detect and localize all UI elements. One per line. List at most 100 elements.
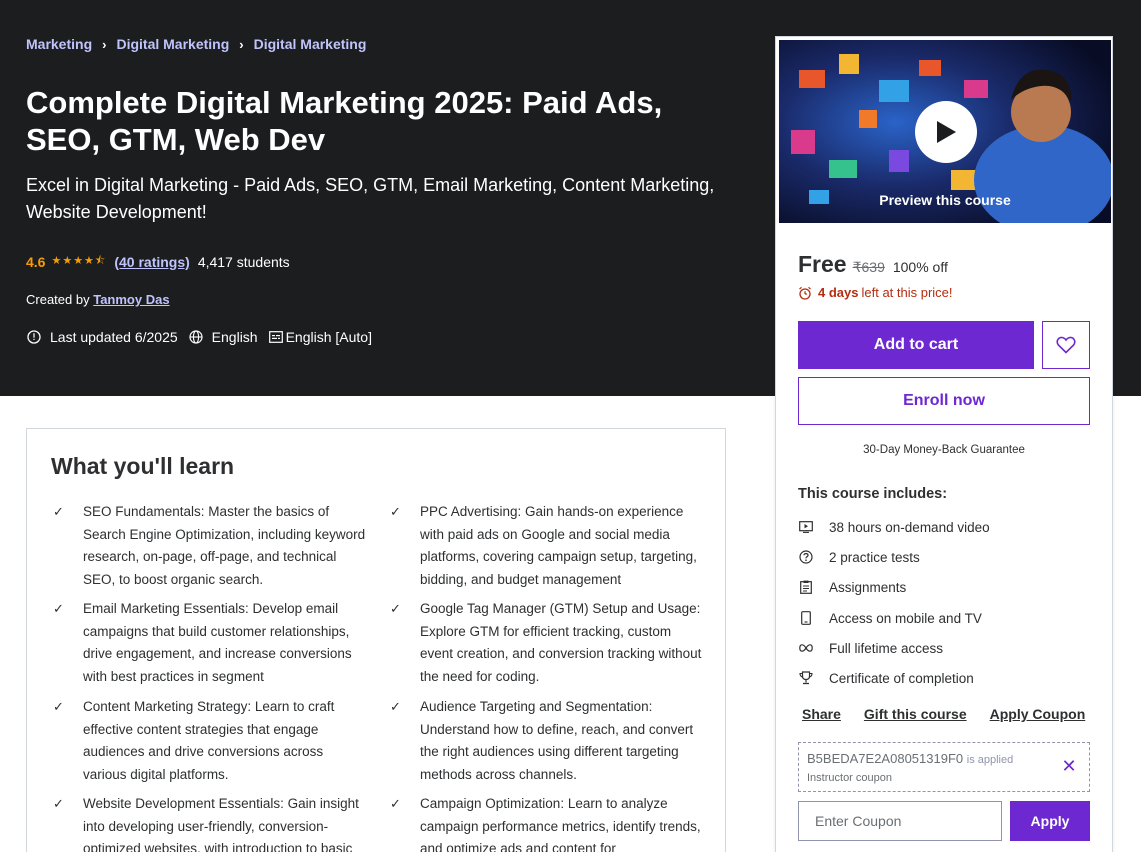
includes-item-label: 38 hours on-demand video: [829, 519, 990, 535]
learn-item-text: Audience Targeting and Segmentation: Und…: [420, 699, 694, 782]
learn-item: ✓ Website Development Essentials: Gain i…: [53, 793, 369, 852]
chevron-right-icon: ›: [239, 36, 244, 52]
timer-days: 4 days: [818, 285, 859, 300]
timer-text: left at this price!: [861, 285, 953, 300]
check-icon: ✓: [53, 601, 64, 616]
ratings-count-link[interactable]: (40 ratings): [114, 254, 189, 270]
apply-coupon-link[interactable]: Apply Coupon: [990, 706, 1086, 722]
breadcrumb: Marketing › Digital Marketing › Digital …: [26, 36, 366, 52]
applied-coupon: B5BEDA7E2A08051319F0 is applied Instruct…: [798, 742, 1090, 792]
learn-item-text: SEO Fundamentals: Master the basics of S…: [83, 504, 366, 587]
learn-item: ✓ Email Marketing Essentials: Develop em…: [53, 598, 369, 688]
includes-item: Access on mobile and TV: [798, 610, 982, 626]
breadcrumb-item-digital-marketing[interactable]: Digital Marketing: [116, 36, 229, 52]
includes-item-label: Certificate of completion: [829, 670, 974, 686]
coupon-code-line: B5BEDA7E2A08051319F0 is applied: [807, 751, 1013, 766]
includes-item: Assignments: [798, 579, 906, 595]
add-to-cart-button[interactable]: Add to cart: [798, 321, 1034, 369]
includes-item-label: Assignments: [829, 579, 907, 595]
price-timer: 4 days left at this price!: [798, 285, 953, 300]
wishlist-button[interactable]: [1042, 321, 1090, 369]
money-back-guarantee: 30-Day Money-Back Guarantee: [863, 444, 1025, 456]
video-icon: [798, 519, 814, 535]
mobile-icon: [798, 610, 814, 626]
learn-item-text: Website Development Essentials: Gain ins…: [83, 796, 359, 852]
students-count: 4,417 students: [197, 253, 290, 270]
enroll-now-button[interactable]: Enroll now: [798, 377, 1090, 425]
learn-item: ✓ Google Tag Manager (GTM) Setup and Usa…: [390, 598, 706, 688]
coupon-code: B5BEDA7E2A08051319F0: [807, 751, 964, 766]
includes-item-label: Access on mobile and TV: [829, 610, 982, 626]
learn-item: ✓ SEO Fundamentals: Master the basics of…: [53, 501, 369, 591]
current-price: Free: [798, 251, 847, 277]
last-updated-text: Last updated 6/2025: [50, 329, 178, 345]
learn-item: ✓ Campaign Optimization: Learn to analyz…: [390, 793, 706, 852]
created-by-label: Created by: [26, 292, 90, 307]
check-icon: ✓: [53, 699, 64, 714]
includes-title: This course includes:: [798, 486, 948, 502]
share-links: Share Gift this course Apply Coupon: [802, 706, 1108, 722]
gift-course-button[interactable]: Gift this course: [864, 706, 967, 722]
check-icon: ✓: [53, 504, 64, 519]
price-row: Free ₹639 100% off: [798, 251, 948, 278]
captions-text: English [Auto]: [285, 329, 372, 345]
learn-item-text: Campaign Optimization: Learn to analyze …: [420, 796, 701, 852]
includes-item: 2 practice tests: [798, 549, 920, 565]
coupon-applied-text: is applied: [966, 754, 1014, 766]
rating-row: 4.6 ★★★★⯪ (40 ratings) 4,417 students: [26, 252, 290, 271]
what-you-will-learn: What you'll learn ✓ SEO Fundamentals: Ma…: [26, 428, 726, 852]
learn-item-text: Email Marketing Essentials: Develop emai…: [83, 601, 352, 684]
check-icon: ✓: [390, 796, 401, 811]
includes-item: Certificate of completion: [798, 670, 974, 686]
learn-item-text: PPC Advertising: Gain hands-on experienc…: [420, 504, 697, 587]
last-updated: Last updated 6/2025: [26, 329, 178, 345]
language-text: English: [211, 329, 258, 345]
coupon-type: Instructor coupon: [807, 772, 892, 784]
heart-icon: [1056, 336, 1076, 354]
closed-captions-icon: [268, 329, 284, 345]
course-title: Complete Digital Marketing 2025: Paid Ad…: [26, 85, 663, 157]
chevron-right-icon: ›: [102, 36, 107, 52]
course-subtitle: Excel in Digital Marketing - Paid Ads, S…: [26, 175, 715, 222]
question-icon: [798, 549, 814, 565]
infinity-icon: [798, 640, 814, 656]
created-by: Created by Tanmoy Das: [26, 292, 170, 307]
discount-percent: 100% off: [892, 259, 948, 275]
close-icon[interactable]: ✕: [1059, 756, 1079, 776]
alert-clock-icon: [26, 329, 42, 345]
learn-item-text: Content Marketing Strategy: Learn to cra…: [83, 699, 335, 782]
star-rating-icon: ★★★★⯪: [51, 255, 107, 267]
captions: English [Auto]: [268, 329, 372, 345]
alarm-clock-icon: [799, 286, 811, 300]
original-price: ₹639: [852, 259, 885, 275]
clipboard-icon: [798, 579, 814, 595]
instructor-link[interactable]: Tanmoy Das: [93, 292, 169, 307]
course-preview[interactable]: Preview this course: [779, 40, 1111, 223]
coupon-input[interactable]: [798, 801, 1002, 841]
check-icon: ✓: [390, 699, 401, 714]
purchase-sidebar: Preview this course Free ₹639 100% off 4…: [775, 36, 1113, 852]
includes-item-label: Full lifetime access: [829, 640, 944, 656]
includes-item: 38 hours on-demand video: [798, 519, 990, 535]
apply-coupon-button[interactable]: Apply: [1010, 801, 1090, 841]
learn-item: ✓ PPC Advertising: Gain hands-on experie…: [390, 501, 706, 591]
play-icon: [937, 121, 956, 143]
breadcrumb-item-digital-marketing-topic[interactable]: Digital Marketing: [254, 36, 367, 52]
check-icon: ✓: [390, 504, 401, 519]
learn-title: What you'll learn: [51, 453, 235, 479]
learn-item: ✓ Content Marketing Strategy: Learn to c…: [53, 696, 369, 786]
check-icon: ✓: [53, 796, 64, 811]
share-button[interactable]: Share: [802, 706, 841, 722]
trophy-icon: [798, 670, 814, 686]
breadcrumb-item-marketing[interactable]: Marketing: [26, 36, 92, 52]
globe-icon: [188, 329, 204, 345]
play-button[interactable]: [915, 101, 977, 163]
preview-label: Preview this course: [879, 192, 1011, 208]
learn-item: ✓ Audience Targeting and Segmentation: U…: [390, 696, 706, 786]
learn-item-text: Google Tag Manager (GTM) Setup and Usage…: [420, 601, 702, 684]
rating-value: 4.6: [26, 253, 46, 270]
check-icon: ✓: [390, 601, 401, 616]
includes-item: Full lifetime access: [798, 640, 943, 656]
course-meta: Last updated 6/2025 English English [Aut…: [26, 329, 382, 345]
includes-item-label: 2 practice tests: [829, 549, 920, 565]
